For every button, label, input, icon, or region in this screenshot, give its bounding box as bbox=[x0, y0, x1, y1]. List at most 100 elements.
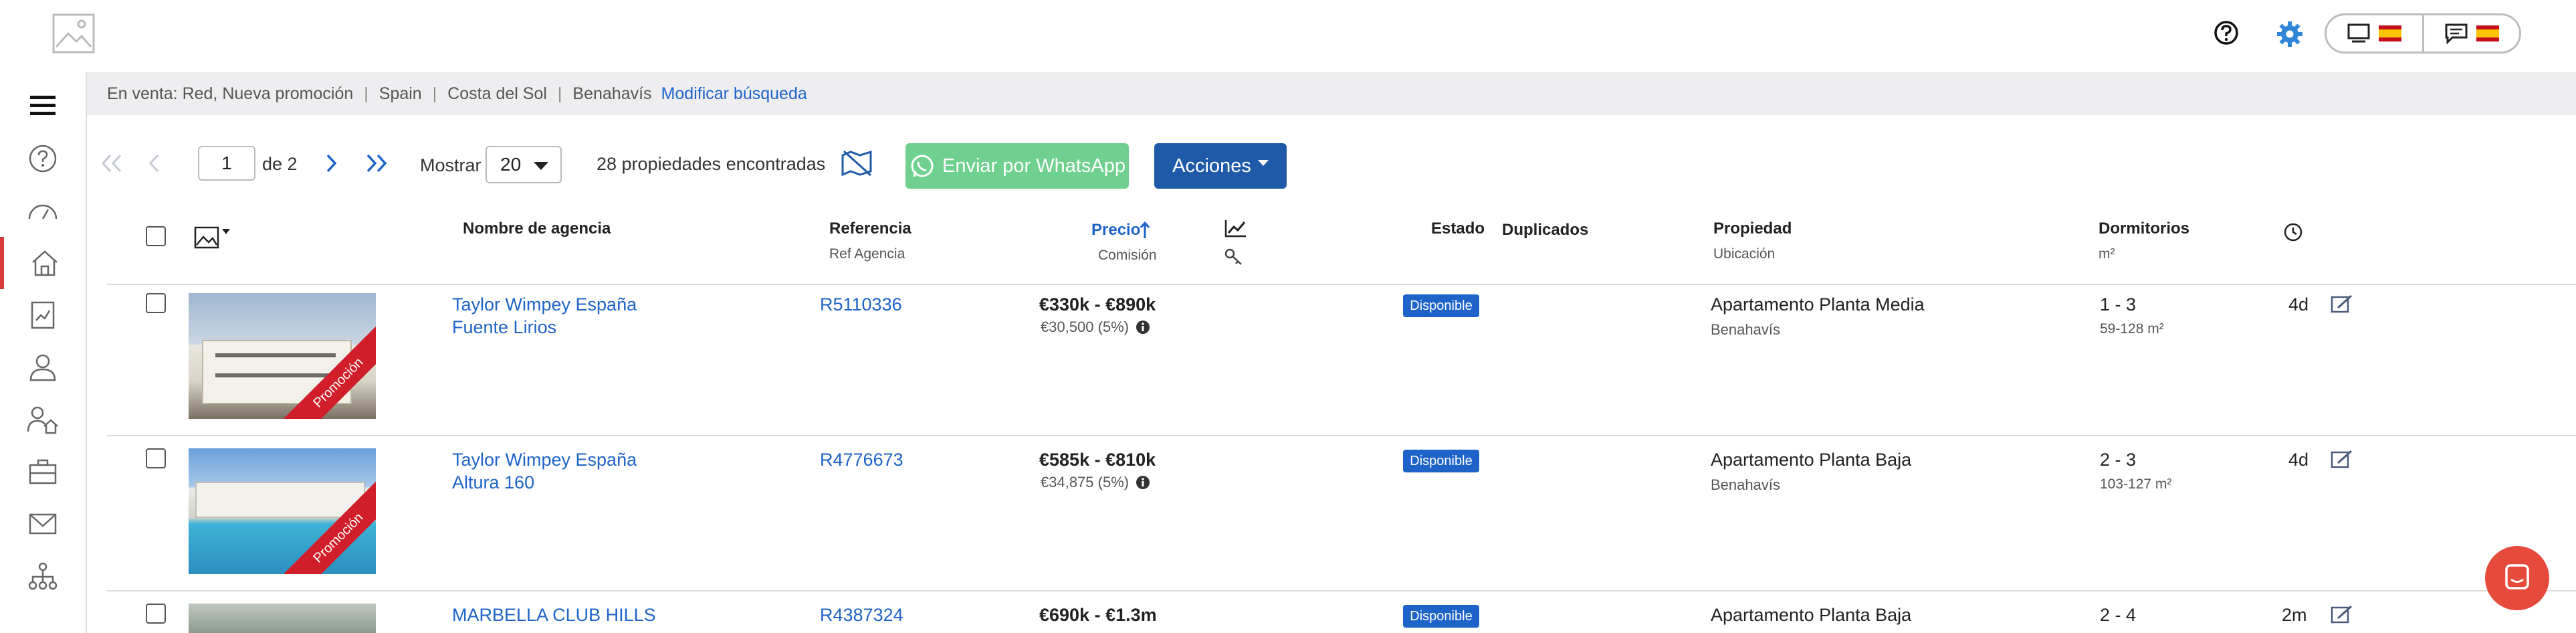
image-placeholder-icon[interactable] bbox=[52, 13, 95, 54]
column-location: Ubicación bbox=[1713, 246, 1776, 262]
chat-icon bbox=[2445, 23, 2468, 44]
agency-name-link[interactable]: Taylor Wimpey España bbox=[452, 448, 637, 471]
menu-button[interactable] bbox=[0, 79, 86, 131]
sidebar-item-network[interactable] bbox=[0, 550, 86, 602]
filter-region: Costa del Sol bbox=[447, 84, 547, 103]
language-view-toggle[interactable] bbox=[2325, 13, 2521, 54]
chevron-down-icon bbox=[1257, 159, 1269, 166]
sidebar bbox=[0, 72, 87, 633]
last-page-icon[interactable] bbox=[365, 153, 388, 174]
spain-flag-icon bbox=[2476, 25, 2499, 41]
previous-page-icon[interactable] bbox=[147, 153, 160, 174]
bedrooms: 2 - 4 bbox=[2100, 605, 2137, 625]
help-icon bbox=[29, 145, 57, 173]
sidebar-item-business[interactable] bbox=[0, 446, 86, 498]
trend-chart-icon[interactable] bbox=[1224, 218, 1248, 238]
commission-value: €30,500 (5%) bbox=[1041, 319, 1130, 335]
sidebar-item-reports[interactable] bbox=[0, 289, 86, 341]
send-whatsapp-button[interactable]: Enviar por WhatsApp bbox=[905, 143, 1129, 189]
separator: | bbox=[432, 84, 437, 103]
chat-launcher-button[interactable] bbox=[2485, 546, 2549, 610]
row-divider bbox=[107, 435, 2576, 436]
sidebar-item-help[interactable] bbox=[0, 132, 86, 185]
bedrooms: 1 - 3 bbox=[2100, 294, 2137, 314]
gear-icon[interactable] bbox=[2276, 20, 2304, 48]
results-count: 28 propiedades encontradas bbox=[597, 154, 826, 174]
property-type: Apartamento Planta Baja bbox=[1711, 450, 1912, 470]
property-photo[interactable]: Promoción bbox=[189, 448, 376, 574]
user-icon bbox=[29, 354, 56, 381]
clock-icon[interactable] bbox=[2283, 222, 2303, 242]
page-number-input[interactable]: 1 bbox=[198, 146, 255, 181]
listing-age: 4d bbox=[2288, 294, 2309, 314]
actions-dropdown-button[interactable]: Acciones bbox=[1154, 143, 1287, 189]
agency-name-link[interactable]: Taylor Wimpey España bbox=[452, 293, 637, 316]
agency-name-link[interactable]: MARBELLA CLUB HILLS bbox=[452, 604, 656, 626]
info-icon[interactable] bbox=[1136, 320, 1150, 335]
property-photo[interactable]: Promoción bbox=[189, 293, 376, 419]
user-home-icon bbox=[27, 406, 58, 434]
page-size-select[interactable]: 20 bbox=[486, 146, 562, 183]
sidebar-item-owners[interactable] bbox=[0, 393, 86, 446]
dashboard-icon bbox=[28, 204, 58, 219]
info-icon[interactable] bbox=[1136, 475, 1150, 490]
select-all-checkbox[interactable] bbox=[146, 226, 166, 246]
separator: | bbox=[364, 84, 368, 103]
monitor-language-toggle[interactable] bbox=[2327, 15, 2424, 52]
edit-note-icon[interactable] bbox=[2330, 448, 2354, 470]
first-page-icon[interactable] bbox=[100, 153, 123, 174]
spain-flag-icon bbox=[2379, 25, 2402, 41]
column-status[interactable]: Estado bbox=[1431, 219, 1485, 238]
property-photo[interactable] bbox=[189, 604, 376, 633]
column-duplicates[interactable]: Duplicados bbox=[1502, 221, 1588, 240]
column-price[interactable]: Precio bbox=[1091, 221, 1140, 240]
question-circle-icon[interactable] bbox=[2214, 20, 2239, 46]
mail-icon bbox=[29, 513, 57, 535]
property-location: Benahavís bbox=[1711, 476, 1780, 493]
column-bedrooms[interactable]: Dormitorios bbox=[2099, 219, 2189, 238]
price-range: €330k - €890k bbox=[1039, 294, 1156, 314]
sidebar-item-contacts[interactable] bbox=[0, 341, 86, 393]
price-range: €585k - €810k bbox=[1039, 450, 1156, 470]
column-agency[interactable]: Nombre de agencia bbox=[463, 219, 611, 238]
sidebar-item-dashboard[interactable] bbox=[0, 185, 86, 237]
edit-note-icon[interactable] bbox=[2330, 293, 2354, 314]
row-checkbox[interactable] bbox=[146, 448, 166, 468]
actions-label: Acciones bbox=[1172, 155, 1251, 177]
report-icon bbox=[31, 301, 55, 329]
row-divider bbox=[107, 590, 2576, 592]
reference-link[interactable]: R4387324 bbox=[820, 605, 903, 626]
reference-link[interactable]: R4776673 bbox=[820, 450, 903, 470]
row-checkbox[interactable] bbox=[146, 604, 166, 624]
chat-language-toggle[interactable] bbox=[2424, 15, 2520, 52]
modify-search-link[interactable]: Modificar búsqueda bbox=[661, 84, 807, 104]
property-type: Apartamento Planta Media bbox=[1711, 294, 1925, 314]
sidebar-item-mail[interactable] bbox=[0, 498, 86, 550]
bedrooms: 2 - 3 bbox=[2100, 450, 2137, 470]
sidebar-item-properties[interactable] bbox=[0, 237, 86, 289]
column-reference[interactable]: Referencia bbox=[829, 219, 911, 238]
reference-link[interactable]: R5110336 bbox=[820, 294, 902, 315]
column-property[interactable]: Propiedad bbox=[1713, 219, 1792, 238]
top-bar bbox=[0, 0, 2576, 74]
property-location: Benahavís bbox=[1711, 321, 1780, 338]
image-view-toggle-icon[interactable] bbox=[194, 223, 231, 250]
commission: €30,500 (5%) bbox=[1041, 319, 1150, 336]
commission-value: €34,875 (5%) bbox=[1041, 474, 1130, 490]
status-badge: Disponible bbox=[1403, 450, 1479, 472]
chat-bubble-icon bbox=[2505, 564, 2529, 590]
separator: | bbox=[557, 84, 562, 103]
row-checkbox[interactable] bbox=[146, 293, 166, 313]
project-name-link[interactable]: Fuente Lirios bbox=[452, 316, 637, 339]
key-icon bbox=[1224, 248, 1242, 265]
column-commission: Comisión bbox=[1098, 248, 1157, 263]
next-page-icon[interactable] bbox=[325, 153, 338, 174]
show-label: Mostrar bbox=[420, 155, 481, 175]
menu-icon bbox=[30, 96, 56, 115]
status-badge: Disponible bbox=[1403, 605, 1479, 628]
map-off-icon[interactable] bbox=[840, 149, 875, 178]
edit-note-icon[interactable] bbox=[2330, 604, 2354, 625]
briefcase-icon bbox=[29, 459, 57, 484]
header-divider bbox=[107, 284, 2576, 285]
project-name-link[interactable]: Altura 160 bbox=[452, 471, 637, 494]
